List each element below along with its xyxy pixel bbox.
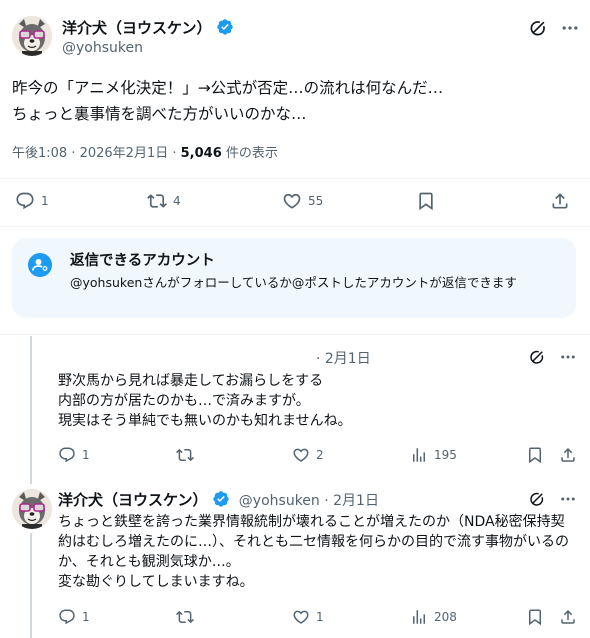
like-button[interactable]: 2 [292, 446, 324, 464]
share-button[interactable] [559, 608, 577, 626]
share-button[interactable] [559, 446, 577, 464]
share-icon [550, 191, 570, 211]
repost-button[interactable]: 4 [147, 191, 181, 211]
like-icon [282, 191, 302, 211]
reply-restriction-notice: 返信できるアカウント @yohsukenさんがフォローしているか@ポストしたアカ… [12, 238, 576, 318]
like-count: 1 [316, 610, 324, 624]
bookmark-button[interactable] [526, 446, 544, 464]
reply-button[interactable]: 1 [58, 446, 90, 464]
reply-icon [15, 191, 35, 211]
repost-button[interactable] [176, 608, 200, 626]
reply-handle-date[interactable]: @yohsuken · 2月1日 [239, 493, 379, 509]
repost-count: 4 [173, 194, 181, 208]
reply-icon [58, 446, 76, 464]
views-count: 5,046 [180, 146, 222, 161]
tweet-timestamp[interactable]: 午後1:08 · 2026年2月1日 · [12, 146, 181, 161]
repost-icon [176, 446, 194, 464]
author-handle[interactable]: @yohsuken [62, 40, 143, 56]
share-icon [559, 446, 577, 464]
like-count: 55 [308, 194, 324, 208]
views-button[interactable]: 195 [410, 446, 457, 464]
reply-date[interactable]: · 2月1日 [316, 348, 371, 368]
notice-title: 返信できるアカウント [70, 253, 215, 269]
more-options-icon[interactable] [559, 490, 577, 512]
like-icon [292, 608, 310, 626]
reply-button[interactable]: 1 [15, 191, 49, 211]
reply-icon [58, 608, 76, 626]
views-icon [410, 446, 428, 464]
like-icon [292, 446, 310, 464]
reply-count: 1 [82, 448, 90, 462]
author-avatar[interactable] [12, 16, 52, 56]
reply-author-name[interactable]: 洋介犬（ヨウスケン） [58, 491, 208, 509]
thread-line [30, 336, 32, 484]
author-name[interactable]: 洋介犬（ヨウスケン） [62, 19, 212, 37]
more-options-icon[interactable] [560, 18, 580, 42]
like-button[interactable]: 55 [282, 191, 323, 211]
share-icon [559, 608, 577, 626]
views-count: 195 [434, 448, 457, 462]
reply-count: 1 [41, 194, 49, 208]
author-avatar[interactable] [12, 489, 52, 529]
bookmark-button[interactable] [416, 191, 436, 211]
bookmark-icon [526, 608, 544, 626]
views-icon [410, 608, 428, 626]
grok-icon[interactable] [528, 348, 546, 370]
thread-line [30, 533, 32, 638]
grok-icon[interactable] [528, 18, 548, 42]
more-options-icon[interactable] [559, 348, 577, 370]
repost-button[interactable] [176, 446, 200, 464]
views-label: 件の表示 [221, 146, 278, 161]
divider [0, 178, 590, 179]
reply-count: 1 [82, 610, 90, 624]
share-button[interactable] [550, 191, 570, 211]
reply-text: ちょっと鉄壁を誇った業界情報統制が壊れることが増えたのか（NDA秘密保持契約はむ… [58, 514, 569, 590]
notice-description: @yohsukenさんがフォローしているか@ポストしたアカウントが返信できます [70, 275, 517, 290]
views-count: 208 [434, 610, 457, 624]
tweet-meta: 午後1:08 · 2026年2月1日 · 5,046 件の表示 [12, 142, 278, 161]
divider [0, 334, 590, 335]
divider [0, 226, 590, 227]
repost-icon [147, 191, 167, 211]
bookmark-button[interactable] [526, 608, 544, 626]
views-button[interactable]: 208 [410, 608, 457, 626]
reply-text: 野次馬から見れば暴走してお漏らしをする 内部の方が居たのかも…で済みますが。 現… [58, 373, 352, 429]
reply-author-row[interactable]: 洋介犬（ヨウスケン） @yohsuken · 2月1日 [58, 489, 379, 510]
repost-icon [176, 608, 194, 626]
bookmark-icon [526, 446, 544, 464]
like-count: 2 [316, 448, 324, 462]
bookmark-icon [416, 191, 436, 211]
verified-badge-icon [212, 490, 230, 508]
author-name-row[interactable]: 洋介犬（ヨウスケン） [62, 17, 234, 38]
tweet-text: 昨今の「アニメ化決定！」→公式が否定…の流れは何なんだ… ちょっと裏事情を調べた… [12, 79, 444, 123]
grok-icon[interactable] [528, 490, 546, 512]
reply-button[interactable]: 1 [58, 608, 90, 626]
mention-user-icon [28, 253, 52, 277]
verified-badge-icon [216, 18, 234, 36]
like-button[interactable]: 1 [292, 608, 324, 626]
